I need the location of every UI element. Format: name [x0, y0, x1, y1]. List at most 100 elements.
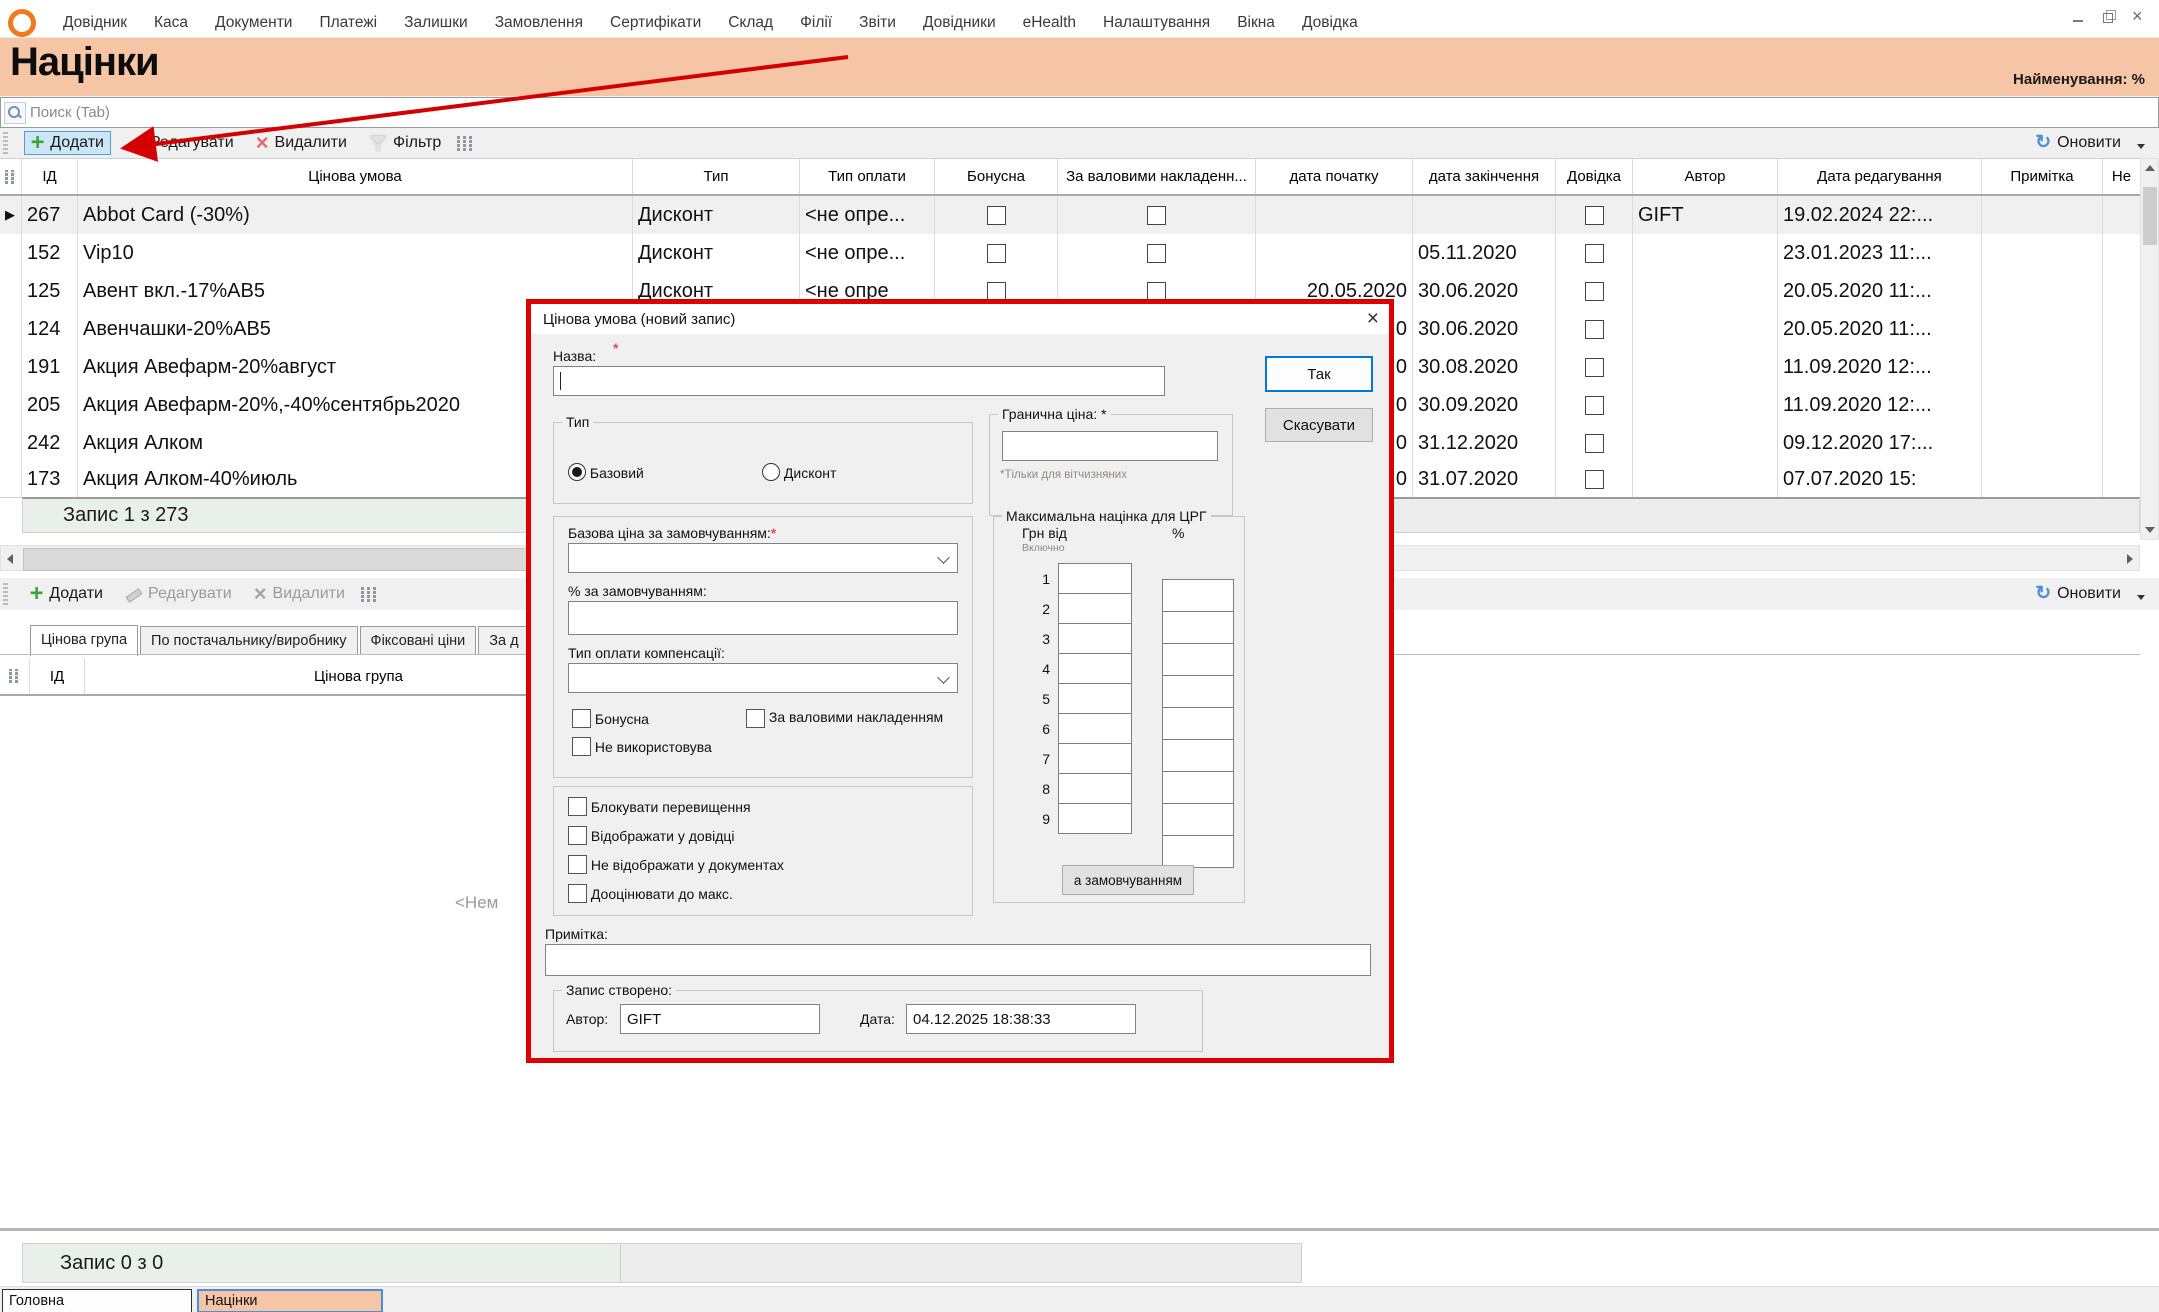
radio-base[interactable]: Базовий — [568, 463, 644, 481]
ok-button[interactable]: Так — [1265, 356, 1373, 392]
menu-nalashtuvannia[interactable]: Налаштування — [1103, 14, 1210, 32]
note-input[interactable] — [545, 944, 1371, 976]
limit-price-input[interactable] — [1002, 431, 1218, 461]
vertical-scrollbar[interactable] — [2140, 158, 2159, 540]
menu-sklad[interactable]: Склад — [728, 14, 773, 32]
crg-hrn-input[interactable] — [1058, 713, 1132, 744]
max-reval-checkbox-label[interactable]: Дооцінювати до макс. — [568, 884, 733, 903]
crg-percent-input[interactable] — [1162, 771, 1234, 804]
ref-checkbox[interactable] — [1585, 434, 1604, 453]
gross-checkbox[interactable] — [1147, 282, 1166, 301]
menu-zvity[interactable]: Звіти — [859, 14, 896, 32]
refresh-dropdown-icon[interactable] — [2137, 595, 2145, 600]
crg-hrn-input[interactable] — [1058, 743, 1132, 774]
percent-input[interactable] — [568, 601, 958, 635]
table-row[interactable]: 152 Vip10 Дисконт <не опре... 05.11.2020… — [0, 234, 2140, 273]
radio-discount-icon[interactable] — [762, 463, 780, 481]
ref-checkbox[interactable] — [1585, 396, 1604, 415]
bonus-checkbox-icon[interactable] — [572, 709, 591, 728]
crg-percent-input[interactable] — [1162, 707, 1234, 740]
ref-checkbox[interactable] — [1585, 470, 1604, 489]
table-row[interactable]: 267 Abbot Card (-30%) Дисконт <не опре..… — [0, 196, 2140, 235]
crg-percent-input[interactable] — [1162, 579, 1234, 612]
show-ref-checkbox-label[interactable]: Відображати у довідці — [568, 826, 735, 845]
refresh-button[interactable]: Оновити — [2029, 132, 2127, 154]
crg-percent-input[interactable] — [1162, 643, 1234, 676]
close-button[interactable] — [2131, 10, 2147, 24]
default-values-button[interactable]: а замовчуванням — [1062, 865, 1194, 895]
tab-supplier[interactable]: По постачальнику/виробнику — [140, 626, 358, 655]
menu-dovidnyk[interactable]: Довідник — [63, 14, 127, 32]
crg-hrn-input[interactable] — [1058, 653, 1132, 684]
columns-icon[interactable] — [361, 587, 378, 602]
window-tab-home[interactable]: Головна — [2, 1289, 192, 1312]
bonus-checkbox[interactable] — [987, 282, 1006, 301]
gross-checkbox[interactable] — [1147, 244, 1166, 263]
crg-percent-input[interactable] — [1162, 611, 1234, 644]
crg-hrn-input[interactable] — [1058, 773, 1132, 804]
hide-docs-checkbox-label[interactable]: Не відображати у документах — [568, 855, 784, 874]
column-header-start[interactable]: дата початку — [1256, 159, 1413, 194]
column-header-id[interactable]: ІД — [22, 159, 78, 194]
bonus-checkbox[interactable] — [987, 206, 1006, 225]
menu-dovidnyky[interactable]: Довідники — [923, 14, 996, 32]
ref-checkbox[interactable] — [1585, 206, 1604, 225]
crg-hrn-input[interactable] — [1058, 593, 1132, 624]
hide-docs-checkbox-icon[interactable] — [568, 855, 587, 874]
crg-hrn-input[interactable] — [1058, 623, 1132, 654]
max-reval-checkbox-icon[interactable] — [568, 884, 587, 903]
crg-hrn-input[interactable] — [1058, 683, 1132, 714]
pay-type-combobox[interactable] — [568, 663, 958, 693]
column-header-type[interactable]: Тип — [633, 159, 800, 194]
radio-discount[interactable]: Дисконт — [762, 463, 836, 481]
detail-column-id[interactable]: ІД — [30, 658, 85, 694]
menu-kasa[interactable]: Каса — [154, 14, 188, 32]
restore-button[interactable] — [2101, 10, 2117, 24]
chevron-down-icon[interactable] — [937, 671, 950, 684]
menu-zalyshky[interactable]: Залишки — [404, 14, 468, 32]
scrollbar-thumb[interactable] — [2143, 187, 2157, 245]
bonus-checkbox-label[interactable]: Бонусна — [572, 709, 649, 728]
detail-delete-button[interactable]: Видалити — [248, 583, 351, 605]
crg-percent-input[interactable] — [1162, 803, 1234, 836]
gross-checkbox-icon[interactable] — [746, 709, 765, 728]
column-header-ref[interactable]: Довідка — [1556, 159, 1633, 194]
column-header-pay[interactable]: Тип оплати — [800, 159, 935, 194]
column-header-end[interactable]: дата закінчення — [1413, 159, 1556, 194]
search-input[interactable]: Поиск (Tab) — [0, 97, 2159, 128]
add-button[interactable]: Додати — [24, 131, 111, 155]
dialog-title-bar[interactable]: Цінова умова (новий запис) — [531, 304, 1389, 334]
ref-checkbox[interactable] — [1585, 358, 1604, 377]
scroll-left-icon[interactable] — [7, 554, 13, 564]
gross-checkbox-label[interactable]: За валовими накладенням — [746, 709, 943, 728]
crg-percent-input[interactable] — [1162, 835, 1234, 868]
column-header-gross[interactable]: За валовими накладенн... — [1058, 159, 1256, 194]
edit-button[interactable]: Редагувати — [121, 132, 240, 154]
chevron-down-icon[interactable] — [937, 551, 950, 564]
tab-price-group[interactable]: Цінова група — [30, 625, 138, 656]
unused-checkbox-icon[interactable] — [572, 737, 591, 756]
menu-vikna[interactable]: Вікна — [1237, 14, 1275, 32]
scroll-right-icon[interactable] — [2127, 554, 2133, 564]
menu-sertyfikaty[interactable]: Сертифікати — [610, 14, 701, 32]
column-header-author[interactable]: Автор — [1633, 159, 1778, 194]
unused-checkbox-label[interactable]: Не використовува — [572, 737, 712, 756]
column-header-edited[interactable]: Дата редагування — [1778, 159, 1982, 194]
show-ref-checkbox-icon[interactable] — [568, 826, 587, 845]
ref-checkbox[interactable] — [1585, 320, 1604, 339]
menu-dokumenty[interactable]: Документи — [215, 14, 292, 32]
header-grip-cell[interactable] — [0, 658, 30, 694]
crg-percent-input[interactable] — [1162, 675, 1234, 708]
scroll-up-icon[interactable] — [2145, 165, 2155, 171]
column-header-note[interactable]: Примітка — [1982, 159, 2103, 194]
refresh-dropdown-icon[interactable] — [2137, 144, 2145, 149]
gross-checkbox[interactable] — [1147, 206, 1166, 225]
base-price-combobox[interactable] — [568, 543, 958, 573]
toolbar-grip[interactable] — [3, 132, 8, 154]
column-header-name[interactable]: Цінова умова — [78, 159, 633, 194]
delete-button[interactable]: Видалити — [250, 132, 353, 154]
tab-fixed-prices[interactable]: Фіксовані ціни — [360, 626, 477, 655]
filter-button[interactable]: Фільтр — [363, 132, 447, 154]
detail-refresh-button[interactable]: Оновити — [2029, 583, 2127, 605]
ref-checkbox[interactable] — [1585, 282, 1604, 301]
